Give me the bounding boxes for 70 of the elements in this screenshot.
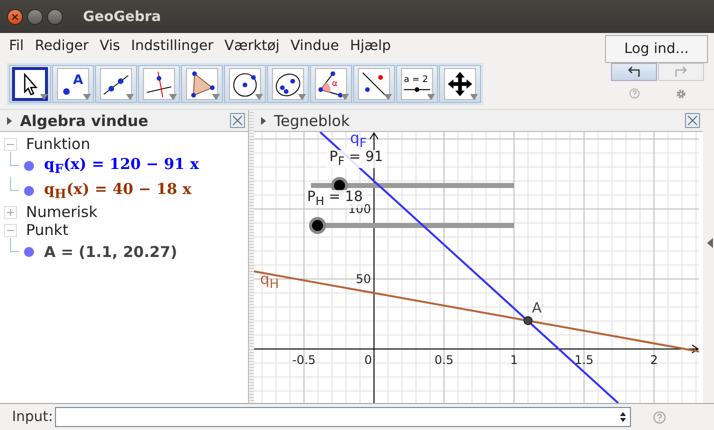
tool-button[interactable] bbox=[181, 65, 223, 103]
minimize-icon[interactable] bbox=[27, 8, 43, 24]
menu-item[interactable]: Fil bbox=[9, 38, 24, 54]
tick-label: 2 bbox=[650, 352, 658, 367]
function-line[interactable] bbox=[254, 270, 699, 352]
tool-button[interactable] bbox=[95, 65, 137, 103]
visibility-dot[interactable] bbox=[24, 186, 34, 196]
reflect-icon bbox=[358, 68, 390, 100]
undo-button[interactable] bbox=[611, 63, 657, 81]
algebra-expression[interactable]: q$_{H}$(x) = 40 − 18 x bbox=[44, 180, 192, 201]
tick-label: 50 bbox=[356, 272, 371, 286]
algebra-expression[interactable]: A = (1.1, 20.27) bbox=[44, 242, 178, 260]
menu-item[interactable]: Indstillinger bbox=[131, 38, 214, 54]
undo-icon bbox=[626, 66, 642, 78]
menu-item[interactable]: Værktøj bbox=[224, 38, 280, 54]
slider-label: P$_{H}$ = 18 bbox=[305, 190, 365, 208]
tool-button[interactable] bbox=[9, 65, 51, 103]
panel-title: Algebra vindue bbox=[20, 112, 148, 130]
arrow-cursor-icon bbox=[12, 67, 48, 101]
slider-tool-icon: a = 2 bbox=[401, 68, 433, 100]
tool-button[interactable] bbox=[267, 65, 309, 103]
close-icon[interactable] bbox=[230, 113, 245, 128]
group-label[interactable]: Funktion bbox=[26, 135, 90, 153]
caret-icon[interactable] bbox=[7, 116, 12, 124]
curve-label: q$_{H}$ bbox=[260, 272, 279, 290]
algebra-expression[interactable]: q$_{F}$(x) = 120 − 91 x bbox=[44, 155, 199, 176]
collapse-arrow-icon[interactable] bbox=[707, 238, 713, 248]
maximize-icon[interactable] bbox=[47, 8, 63, 24]
menu-item[interactable]: Rediger bbox=[34, 38, 89, 54]
login-button[interactable]: Log ind... bbox=[605, 35, 708, 63]
tick-label: 1 bbox=[510, 352, 518, 367]
move-arrows-icon bbox=[444, 68, 476, 100]
slider-thumb[interactable] bbox=[309, 217, 326, 234]
caret-icon[interactable] bbox=[261, 116, 266, 124]
close-icon[interactable] bbox=[7, 8, 23, 24]
tool-button[interactable]: A bbox=[52, 65, 94, 103]
expand-toggle-icon[interactable] bbox=[4, 138, 17, 150]
redo-icon bbox=[673, 66, 689, 78]
tool-button[interactable]: α bbox=[310, 65, 352, 103]
angle-icon: α bbox=[315, 68, 347, 100]
menu-item[interactable]: Hjælp bbox=[350, 38, 391, 54]
point-label: A bbox=[532, 300, 542, 317]
input-label: Input: bbox=[12, 409, 53, 425]
expand-toggle-icon[interactable] bbox=[4, 224, 17, 236]
slider-label: P$_{F}$ = 91 bbox=[327, 150, 386, 168]
tool-button[interactable] bbox=[439, 65, 481, 103]
close-icon[interactable] bbox=[685, 113, 700, 128]
group-label[interactable]: Numerisk bbox=[26, 203, 98, 221]
input-field[interactable] bbox=[54, 407, 631, 427]
curve-label: q$_{F}$ bbox=[350, 132, 367, 150]
point-tool-icon: A bbox=[57, 68, 89, 100]
tick-label: -0.5 bbox=[292, 352, 316, 367]
line-tool-icon bbox=[100, 68, 132, 100]
tick-label: 0.5 bbox=[434, 352, 454, 367]
panel-title: Tegneblok bbox=[274, 112, 350, 130]
window-title: GeoGebra bbox=[83, 8, 161, 24]
tick-label: 0 bbox=[364, 352, 372, 367]
point-marker[interactable] bbox=[524, 316, 533, 326]
visibility-dot[interactable] bbox=[24, 246, 34, 256]
menu-item[interactable]: Vindue bbox=[290, 38, 339, 54]
group-label[interactable]: Punkt bbox=[26, 221, 68, 239]
expand-toggle-icon[interactable] bbox=[4, 206, 17, 218]
tool-button[interactable] bbox=[138, 65, 180, 103]
tool-button[interactable] bbox=[224, 65, 266, 103]
visibility-dot[interactable] bbox=[24, 160, 34, 170]
tool-button[interactable] bbox=[353, 65, 395, 103]
spinner-icon[interactable] bbox=[618, 411, 627, 423]
menu-item[interactable]: Vis bbox=[100, 38, 120, 54]
tool-button[interactable]: a = 2 bbox=[396, 65, 438, 103]
tick-label: 1.5 bbox=[574, 352, 594, 367]
